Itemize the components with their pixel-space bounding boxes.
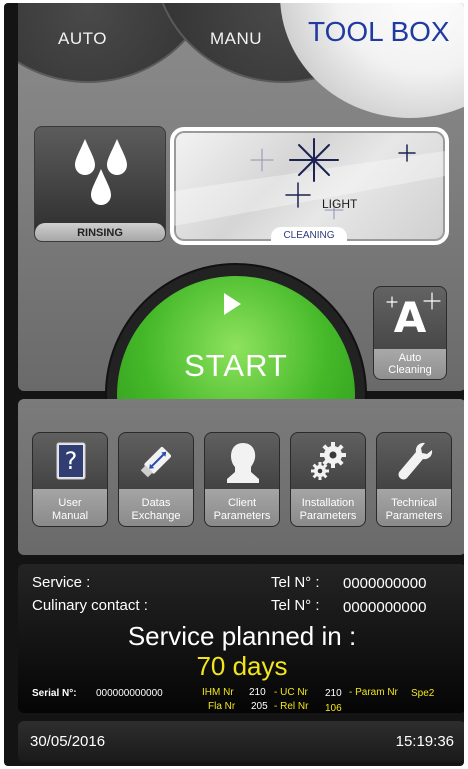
play-icon	[224, 293, 241, 315]
service-planned-days: 70 days	[196, 651, 288, 681]
status-bar: 30/05/2016 15:19:36	[18, 721, 464, 762]
device-screen: AUTO MANU TOOL BOX RINSING LIGHT CLEANIN…	[4, 3, 464, 766]
service-info-panel: Service : Tel N° : 0000000000 Culinary c…	[18, 564, 464, 714]
tab-toolbox-label: TOOL BOX	[308, 16, 450, 47]
start-label: START	[184, 348, 288, 383]
serial-value: 000000000000	[96, 688, 163, 699]
user-manual-button[interactable]: ? User Manual	[32, 432, 108, 527]
rinsing-button[interactable]: RINSING	[34, 126, 166, 242]
installation-parameters-button[interactable]: Installation Parameters	[290, 432, 366, 527]
svg-text:?: ?	[65, 447, 78, 475]
culinary-tel-label: Tel N° :	[271, 597, 320, 614]
rel-value: 106	[325, 703, 342, 714]
ihm-value: 210	[249, 687, 266, 698]
time-display: 15:19:36	[395, 733, 454, 750]
technical-parameters-label: Technical Parameters	[385, 497, 443, 522]
datas-exchange-label: Datas Exchange	[131, 497, 181, 522]
client-parameters-button[interactable]: Client Parameters	[204, 432, 280, 527]
service-tel-label: Tel N° :	[271, 574, 320, 591]
fla-label: Fla Nr	[208, 701, 236, 712]
uc-value: 210	[325, 688, 342, 699]
service-planned-label: Service planned in :	[127, 621, 357, 651]
person-head-icon	[227, 443, 259, 483]
sparkle-icon	[174, 138, 445, 226]
water-drops-icon	[75, 139, 127, 205]
client-parameters-label: Client Parameters	[213, 497, 271, 522]
tab-auto-label: AUTO	[58, 29, 107, 48]
tab-manu-label: MANU	[210, 29, 263, 48]
cleaning-button[interactable]: LIGHT CLEANING	[170, 127, 449, 245]
serial-label: Serial N°:	[32, 688, 77, 699]
uc-label: - UC Nr	[274, 687, 308, 698]
cleaning-label: CLEANING	[271, 227, 347, 241]
tools-panel: ? User Manual Datas Exchange Client Para…	[18, 399, 464, 555]
service-label: Service :	[32, 574, 91, 591]
culinary-tel-value: 0000000000	[343, 599, 427, 616]
ihm-label: IHM Nr	[202, 687, 234, 698]
usb-key-icon	[140, 446, 172, 478]
param-value: Spe2	[411, 688, 435, 699]
gears-icon	[311, 442, 346, 480]
auto-letter-icon: A	[393, 293, 427, 342]
installation-parameters-label: Installation Parameters	[299, 497, 357, 522]
wrench-icon	[398, 442, 433, 480]
user-manual-label: User Manual	[51, 497, 89, 522]
service-tel-value: 0000000000	[343, 575, 427, 592]
fla-value: 205	[251, 701, 268, 712]
culinary-contact-label: Culinary contact :	[32, 597, 148, 614]
rel-label: - Rel Nr	[274, 701, 309, 712]
auto-cleaning-button[interactable]: A Auto Cleaning	[373, 286, 447, 380]
rinsing-label: RINSING	[77, 227, 123, 239]
cleaning-level-label: LIGHT	[322, 197, 358, 211]
manual-icon: ?	[56, 442, 86, 480]
date-display: 30/05/2016	[30, 733, 106, 750]
datas-exchange-button[interactable]: Datas Exchange	[118, 432, 194, 527]
param-label: - Param Nr	[349, 687, 398, 698]
technical-parameters-button[interactable]: Technical Parameters	[376, 432, 452, 527]
auto-cleaning-label: Auto Cleaning	[388, 352, 432, 376]
